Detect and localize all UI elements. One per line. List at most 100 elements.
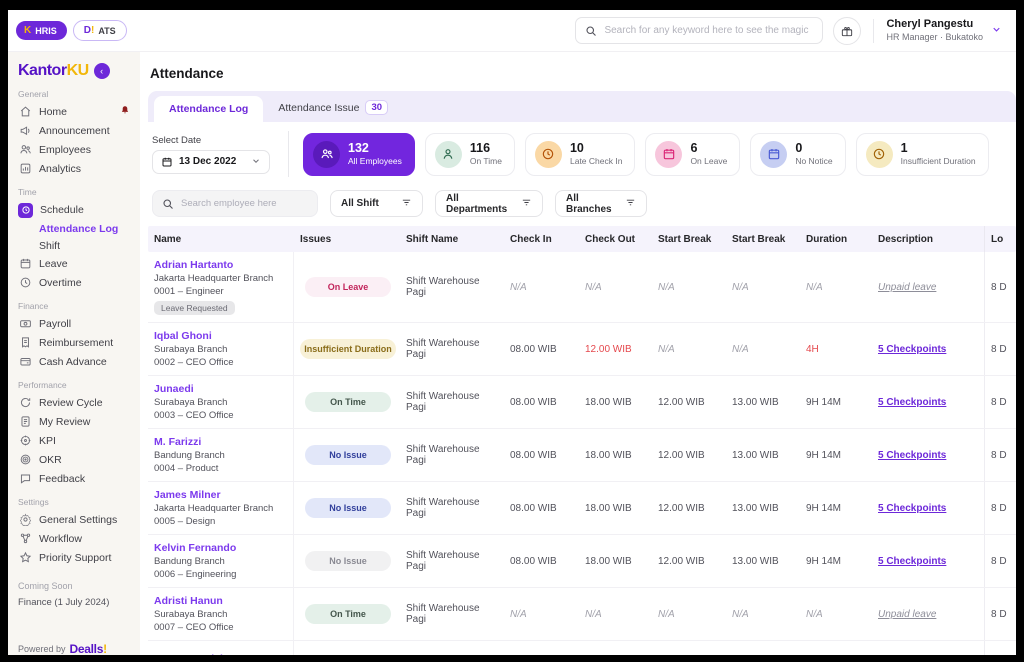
- stat-card-on-time[interactable]: 116 On Time: [425, 133, 515, 176]
- filter-lines-icon: [625, 197, 636, 211]
- description-link[interactable]: Unpaid leave: [878, 282, 936, 293]
- date-select[interactable]: 13 Dec 2022: [152, 150, 270, 174]
- sidebar-item-analytics[interactable]: Analytics: [16, 159, 132, 178]
- page-title: Attendance: [150, 66, 1016, 81]
- shift-filter[interactable]: All Shift: [330, 190, 423, 217]
- description-link[interactable]: Unpaid leave: [878, 609, 936, 620]
- shift-cell: Shift Warehouse Pagi: [400, 598, 504, 630]
- table-row: M. Farizzi Bandung Branch 0004 – Product…: [148, 429, 1016, 482]
- duration-cell: 9H 14M: [800, 392, 872, 413]
- checkpoints-link[interactable]: 5 Checkpoints: [878, 503, 946, 514]
- employee-branch: Bandung Branch: [154, 556, 285, 567]
- kantorku-k-icon: K: [24, 25, 31, 36]
- stat-card-late-check-in[interactable]: 10 Late Check In: [525, 133, 635, 176]
- employee-id: 0002 – CEO Office: [154, 357, 285, 368]
- global-search-input[interactable]: [604, 25, 813, 36]
- cash-advance-wallet-icon: [18, 355, 32, 369]
- profile-menu[interactable]: Cheryl Pangestu HR Manager · Bukatoko: [886, 18, 1002, 43]
- leave-requested-tag: Leave Requested: [154, 301, 235, 315]
- table-row: Adrian Hartanto Jakarta Headquarter Bran…: [148, 252, 1016, 323]
- global-search[interactable]: [575, 17, 823, 44]
- sidebar-item-my-review[interactable]: My Review: [16, 412, 132, 431]
- stat-card-no-notice[interactable]: 0 No Notice: [750, 133, 845, 176]
- sidebar-item-feedback[interactable]: Feedback: [16, 469, 132, 488]
- check-out-cell: N/A: [579, 277, 652, 298]
- stat-label: All Employees: [348, 156, 402, 167]
- employee-name-link[interactable]: Kelvin Fernando: [154, 542, 285, 554]
- sidebar-item-reimbursement[interactable]: Reimbursement: [16, 333, 132, 352]
- sidebar-item-overtime[interactable]: Overtime: [16, 273, 132, 292]
- employee-search-input[interactable]: [181, 198, 308, 209]
- branches-filter[interactable]: All Branches: [555, 190, 647, 217]
- sidebar-item-review-cycle[interactable]: Review Cycle: [16, 393, 132, 412]
- employee-name-link[interactable]: Dea Seva Riska: [154, 653, 285, 655]
- sidebar-item-label: Home: [39, 106, 67, 118]
- departments-filter[interactable]: All Departments: [435, 190, 543, 217]
- sidebar-item-home[interactable]: Home: [16, 102, 132, 121]
- check-in-cell: N/A: [504, 604, 579, 625]
- home-icon: [18, 105, 32, 119]
- start-break-2-cell: N/A: [726, 277, 800, 298]
- stat-value: 6: [690, 141, 727, 156]
- sidebar-item-label: Shift: [39, 240, 60, 252]
- start-break-cell: N/A: [652, 604, 726, 625]
- ats-toggle[interactable]: D! ATS: [73, 20, 127, 41]
- announcement-icon: [18, 124, 32, 138]
- shift-cell: Shift Warehouse Pagi: [400, 650, 504, 656]
- duration-cell: 9H 14M: [800, 445, 872, 466]
- stat-card-insufficient-duration[interactable]: 1 Insufficient Duration: [856, 133, 989, 176]
- sidebar-item-kpi[interactable]: KPI: [16, 431, 132, 450]
- log-cell: 8 D: [984, 535, 1016, 587]
- sidebar-item-leave[interactable]: Leave: [16, 254, 132, 273]
- issue-count-badge: 30: [365, 100, 388, 115]
- sidebar-item-attendance-log[interactable]: Attendance Log: [16, 220, 132, 237]
- sidebar: KantorKU ‹ General Home Announcement Emp…: [8, 52, 140, 655]
- employee-name-link[interactable]: Adristi Hanun: [154, 595, 285, 607]
- sidebar-item-employees[interactable]: Employees: [16, 140, 132, 159]
- col-start-break: Start Break: [652, 228, 726, 251]
- notification-bell-icon: [120, 105, 130, 118]
- hris-toggle[interactable]: K HRIS: [16, 21, 67, 40]
- employee-branch: Surabaya Branch: [154, 609, 285, 620]
- stats-row: Select Date 13 Dec 2022 132 All Employee…: [148, 122, 1016, 186]
- tab-attendance-log[interactable]: Attendance Log: [154, 96, 263, 122]
- sidebar-item-priority-support[interactable]: Priority Support: [16, 548, 132, 567]
- schedule-icon: [18, 203, 33, 218]
- sidebar-item-label: Analytics: [39, 163, 81, 175]
- checkpoints-link[interactable]: 5 Checkpoints: [878, 450, 946, 461]
- employee-search[interactable]: [152, 190, 318, 217]
- checkpoints-link[interactable]: 5 Checkpoints: [878, 556, 946, 567]
- feedback-chat-icon: [18, 472, 32, 486]
- sidebar-item-workflow[interactable]: Workflow: [16, 529, 132, 548]
- sidebar-item-label: KPI: [39, 435, 56, 447]
- sidebar-item-schedule[interactable]: Schedule: [16, 200, 132, 220]
- sidebar-item-shift[interactable]: Shift: [16, 237, 132, 254]
- employee-name-link[interactable]: M. Farizzi: [154, 436, 285, 448]
- gift-button[interactable]: [833, 17, 861, 45]
- col-check-in: Check In: [504, 228, 579, 251]
- sidebar-item-general-settings[interactable]: General Settings: [16, 510, 132, 529]
- check-out-cell: 18.00 WIB: [579, 498, 652, 519]
- start-break-cell: 12.00 WIB: [652, 498, 726, 519]
- sidebar-collapse-button[interactable]: ‹: [94, 63, 110, 79]
- checkpoints-link[interactable]: 5 Checkpoints: [878, 344, 946, 355]
- sidebar-item-okr[interactable]: OKR: [16, 450, 132, 469]
- employee-name-link[interactable]: Adrian Hartanto: [154, 259, 285, 271]
- tab-attendance-issue[interactable]: Attendance Issue 30: [263, 93, 403, 122]
- stat-card-on-leave[interactable]: 6 On Leave: [645, 133, 740, 176]
- shift-cell: Shift Warehouse Pagi: [400, 386, 504, 418]
- stat-card-all-employees[interactable]: 132 All Employees: [303, 133, 415, 176]
- start-break-cell: 12.00 WIB: [652, 551, 726, 572]
- dealls-logo: Dealls!: [70, 642, 107, 655]
- employee-name-link[interactable]: James Milner: [154, 489, 285, 501]
- employee-name-link[interactable]: Junaedi: [154, 383, 285, 395]
- date-value: 13 Dec 2022: [179, 156, 245, 167]
- sidebar-item-announcement[interactable]: Announcement: [16, 121, 132, 140]
- calendar-icon: [161, 156, 173, 168]
- col-issues: Issues: [294, 228, 400, 251]
- sidebar-item-payroll[interactable]: Payroll: [16, 314, 132, 333]
- employee-name-link[interactable]: Iqbal Ghoni: [154, 330, 285, 342]
- employee-id: 0005 – Design: [154, 516, 285, 527]
- sidebar-item-cash-advance[interactable]: Cash Advance: [16, 352, 132, 371]
- checkpoints-link[interactable]: 5 Checkpoints: [878, 397, 946, 408]
